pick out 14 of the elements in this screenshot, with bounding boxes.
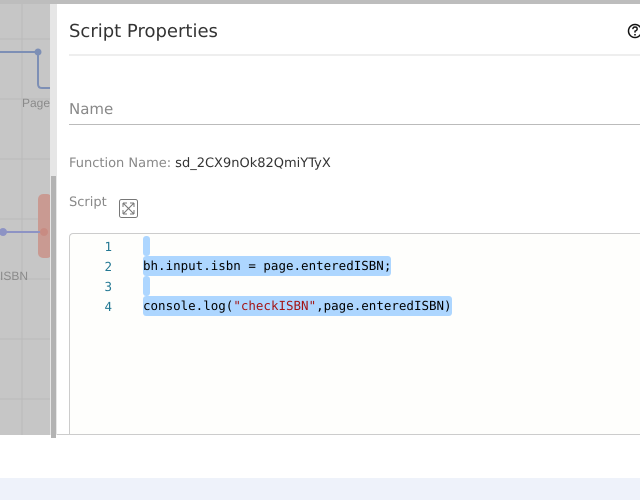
script-label: Script <box>69 195 107 210</box>
function-name-label: Function Name: <box>69 156 172 171</box>
code-editor[interactable]: 1 2 bh.input.isbn = page.enteredISBN; 3 4 console.log("checkISBN",page.enteredISBN) <box>69 233 640 434</box>
help-icon[interactable] <box>627 23 640 39</box>
line-number: 4 <box>103 298 112 314</box>
line-number: 2 <box>103 258 112 274</box>
node-label: Page <box>22 96 50 110</box>
function-name-value: sd_2CX9nOk82QmiYTyX <box>175 156 331 171</box>
line-number: 1 <box>103 238 112 254</box>
node-label: ISBN <box>0 269 28 283</box>
expand-icon[interactable] <box>118 199 138 218</box>
name-field[interactable]: Name <box>69 96 640 125</box>
panel-title: Script Properties <box>69 20 218 42</box>
line-number: 3 <box>103 278 112 294</box>
